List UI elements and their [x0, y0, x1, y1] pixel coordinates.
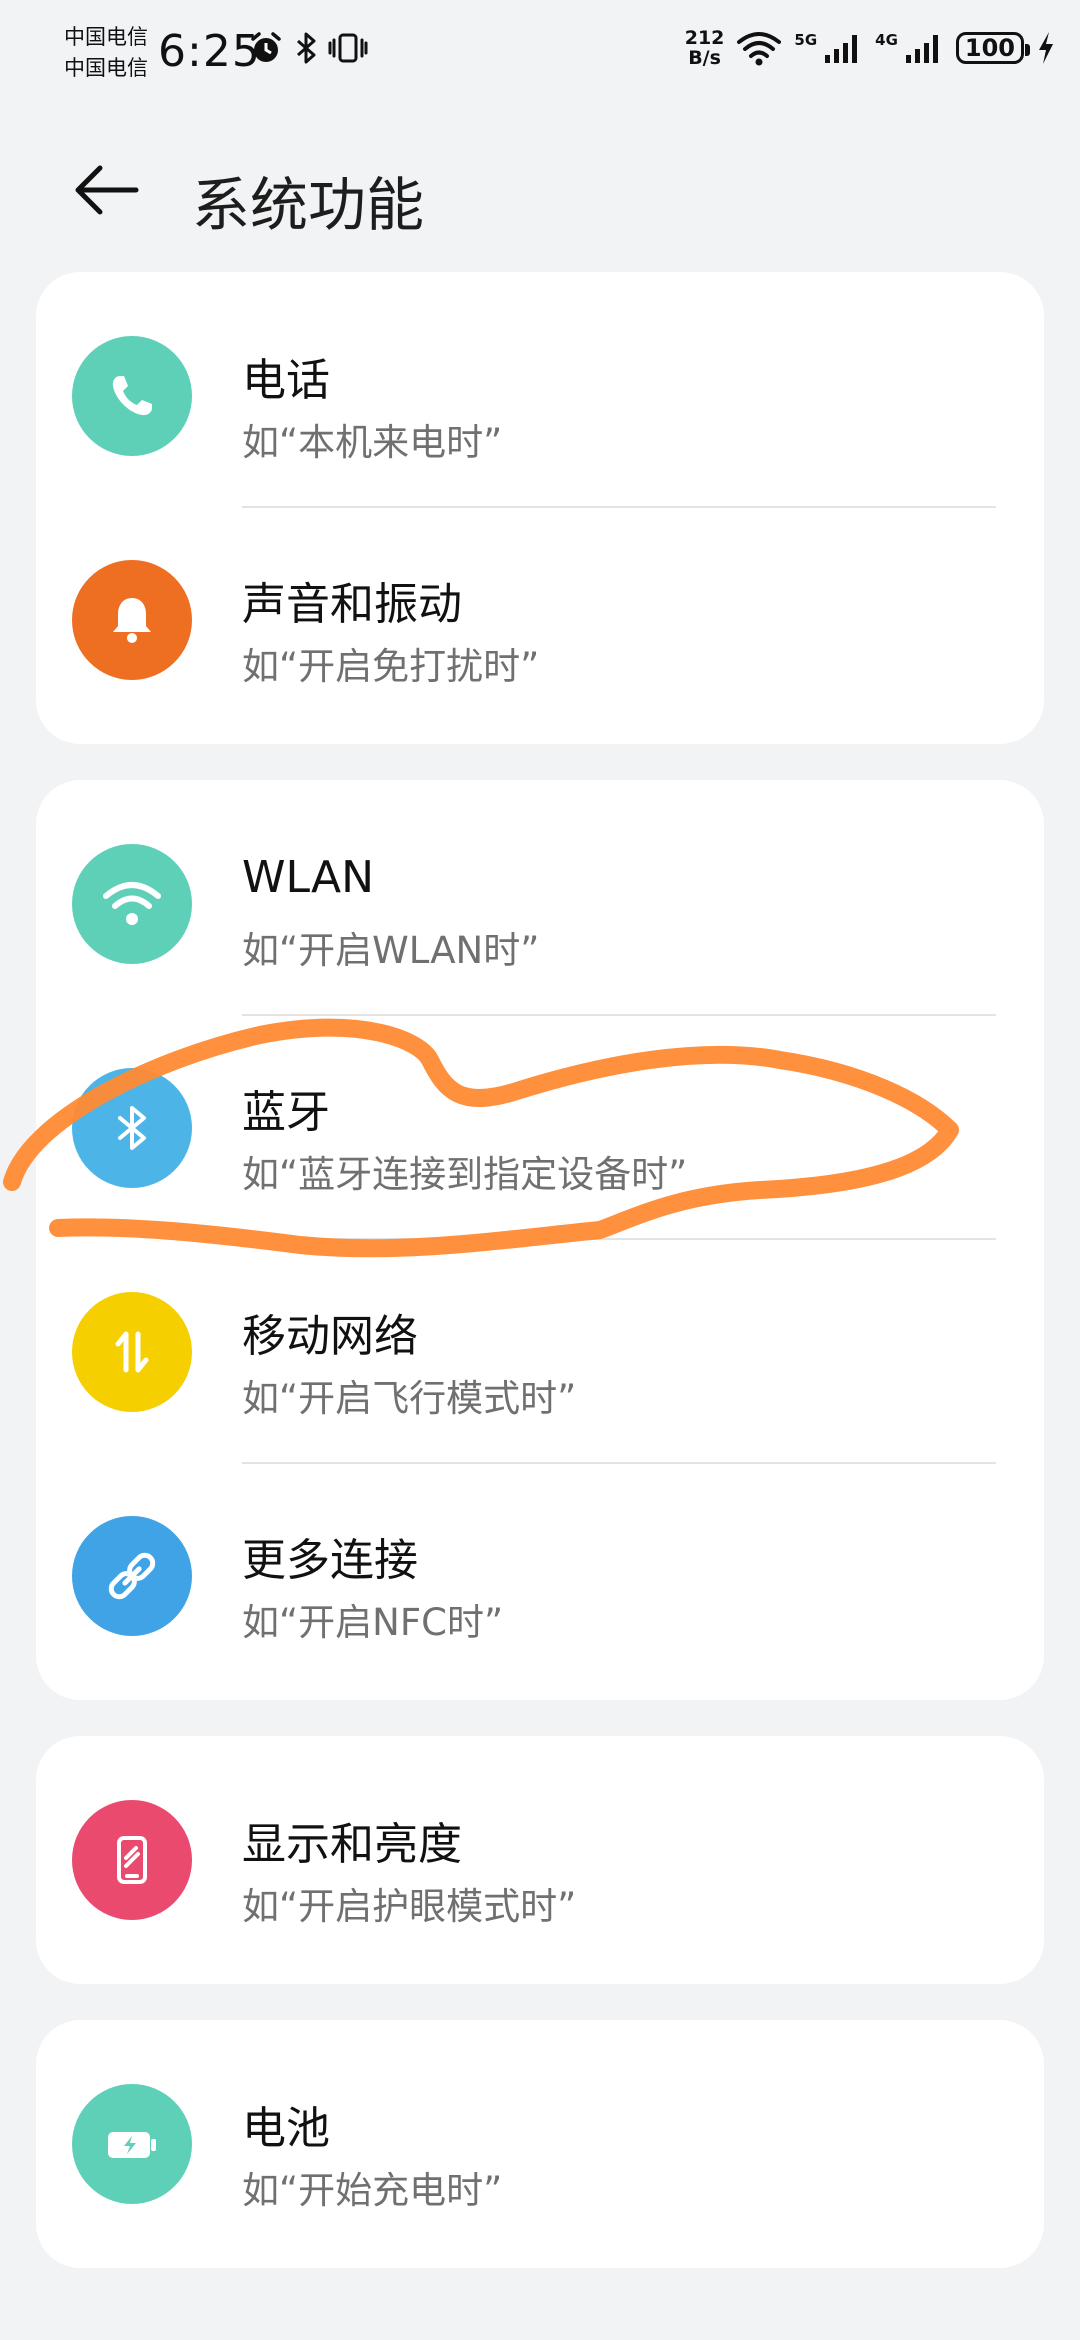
- page-title: 系统功能: [192, 171, 425, 239]
- charging-bolt-icon: [1039, 32, 1053, 64]
- item-subtitle: 如“本机来电时”: [242, 421, 503, 464]
- net-speed-value: 212: [684, 27, 725, 49]
- vibrate-icon: [328, 33, 368, 63]
- signal-5g-label: 5G: [794, 31, 818, 49]
- bluetooth-status-icon: [297, 32, 316, 64]
- back-arrow-icon[interactable]: [70, 162, 142, 218]
- list-item-wlan[interactable]: WLAN 如“开启WLAN时”: [36, 792, 1044, 1016]
- list-item-display-brightness[interactable]: 显示和亮度 如“开启护眼模式时”: [36, 1748, 1044, 1972]
- signal-5g-icon: 5G: [794, 31, 863, 65]
- status-bar: 中国电信 中国电信 6:25 212 B/s 5G 4G 100: [0, 0, 1080, 110]
- item-title: 声音和振动: [242, 579, 462, 630]
- item-title: 电池: [242, 2103, 330, 2154]
- list-item-battery[interactable]: 电池 如“开始充电时”: [36, 2032, 1044, 2256]
- settings-group-4: 电池 如“开始充电时”: [36, 2020, 1044, 2268]
- list-item-phone[interactable]: 电话 如“本机来电时”: [36, 284, 1044, 508]
- settings-group-1: 电话 如“本机来电时” 声音和振动 如“开启免打扰时”: [36, 272, 1044, 744]
- bell-icon: [72, 560, 192, 680]
- carrier-2: 中国电信: [64, 56, 148, 80]
- item-title: 蓝牙: [242, 1087, 330, 1138]
- item-subtitle: 如“开启飞行模式时”: [242, 1377, 577, 1420]
- wifi-status-icon: [737, 32, 782, 66]
- item-subtitle: 如“开启WLAN时”: [242, 929, 540, 972]
- clock: 6:25: [158, 26, 261, 77]
- link-icon: [72, 1516, 192, 1636]
- item-title: 更多连接: [242, 1535, 418, 1586]
- bluetooth-icon: [72, 1068, 192, 1188]
- item-subtitle: 如“开启免打扰时”: [242, 645, 540, 688]
- item-title: 电话: [242, 355, 330, 406]
- item-title: 移动网络: [242, 1311, 418, 1362]
- item-title: 显示和亮度: [242, 1819, 462, 1870]
- signal-4g-label: 4G: [875, 31, 898, 49]
- item-subtitle: 如“开启NFC时”: [242, 1601, 504, 1644]
- settings-group-3: 显示和亮度 如“开启护眼模式时”: [36, 1736, 1044, 1984]
- list-item-more-connections[interactable]: 更多连接 如“开启NFC时”: [36, 1464, 1044, 1688]
- app-header: 系统功能: [0, 140, 1080, 240]
- battery-indicator: 100: [955, 32, 1031, 64]
- battery-charging-icon: [72, 2084, 192, 2204]
- item-title: WLAN: [242, 852, 375, 903]
- list-item-bluetooth[interactable]: 蓝牙 如“蓝牙连接到指定设备时”: [36, 1016, 1044, 1240]
- display-icon: [72, 1800, 192, 1920]
- alarm-icon: [251, 32, 281, 62]
- list-item-mobile-network[interactable]: 移动网络 如“开启飞行模式时”: [36, 1240, 1044, 1464]
- settings-group-2: WLAN 如“开启WLAN时” 蓝牙 如“蓝牙连接到指定设备时” 移动网络 如“…: [36, 780, 1044, 1700]
- list-item-sound-vibration[interactable]: 声音和振动 如“开启免打扰时”: [36, 508, 1044, 732]
- item-subtitle: 如“开启护眼模式时”: [242, 1885, 577, 1928]
- carrier-1: 中国电信: [64, 25, 148, 49]
- mobile-data-icon: [72, 1292, 192, 1412]
- net-speed-unit: B/s: [688, 47, 721, 69]
- item-subtitle: 如“蓝牙连接到指定设备时”: [242, 1153, 688, 1196]
- signal-4g-icon: 4G: [875, 31, 944, 65]
- status-right-icons: 212 B/s 5G 4G 100: [685, 28, 1056, 68]
- item-subtitle: 如“开始充电时”: [242, 2169, 503, 2212]
- network-speed: 212 B/s: [685, 28, 725, 68]
- wifi-icon: [72, 844, 192, 964]
- carrier-labels: 中国电信 中国电信: [64, 22, 148, 84]
- phone-icon: [72, 336, 192, 456]
- status-left-icons: [248, 30, 368, 66]
